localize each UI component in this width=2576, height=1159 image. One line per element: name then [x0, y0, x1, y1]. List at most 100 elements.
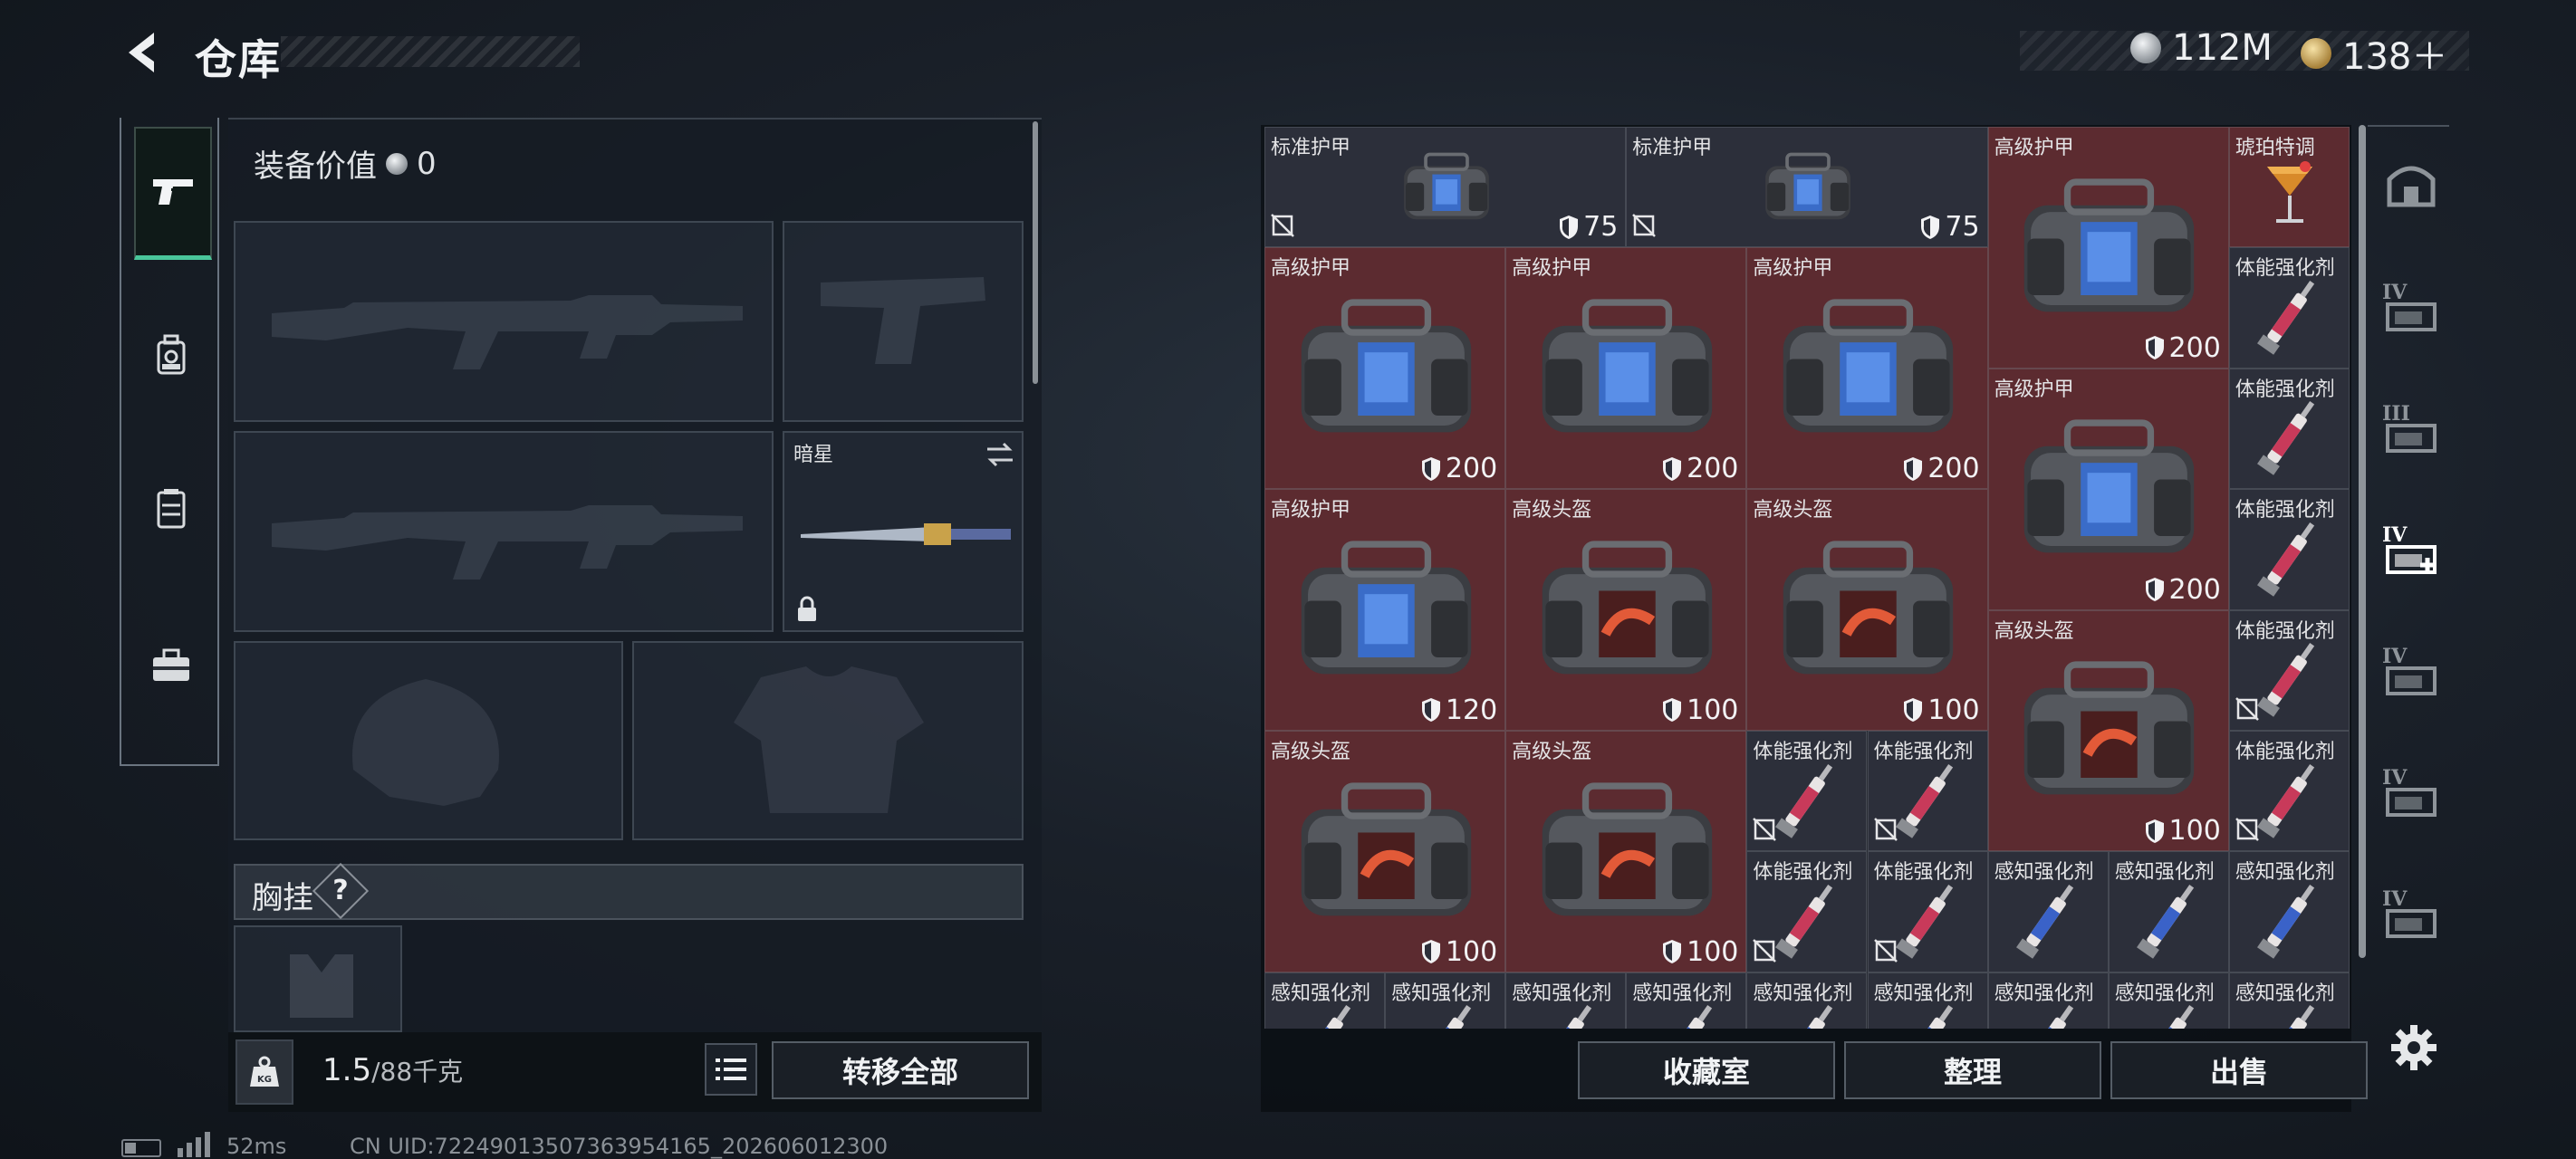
armor-bag-icon	[1403, 152, 1489, 220]
primary-weapon-slot[interactable]	[234, 221, 774, 422]
grid-item[interactable]: 感知强化剂	[1385, 972, 1506, 1029]
grid-item[interactable]: 琥珀特调	[2228, 127, 2350, 248]
swap-icon[interactable]	[984, 440, 1016, 469]
grid-item[interactable]: 感知强化剂	[2108, 851, 2229, 972]
grid-item[interactable]: 感知强化剂	[1626, 972, 1747, 1029]
grid-item[interactable]: 感知强化剂	[2228, 972, 2350, 1029]
item-image	[1999, 998, 2099, 1029]
item-image	[2005, 413, 2213, 566]
durability: 200	[1420, 453, 1497, 484]
durability: 75	[1558, 211, 1618, 243]
storage-tab-5[interactable]: IV	[2382, 645, 2440, 703]
transfer-all-button[interactable]: 转移全部	[772, 1041, 1029, 1099]
toolbox-icon	[153, 648, 189, 681]
item-image	[1338, 149, 1555, 228]
rail-item-toolbox[interactable]	[134, 603, 208, 730]
collection-room-button[interactable]: 收藏室	[1578, 1041, 1835, 1099]
grid-item[interactable]: 感知强化剂	[1505, 972, 1627, 1029]
grid-item[interactable]: 高级护甲 200	[1987, 368, 2229, 610]
durability-value: 100	[1687, 935, 1739, 968]
backpack-icon	[157, 334, 186, 375]
grid-item[interactable]: 感知强化剂	[2108, 972, 2229, 1029]
grid-item[interactable]: 体能强化剂	[1867, 851, 1988, 972]
helmet-bag-icon	[2023, 661, 2195, 795]
grid-item[interactable]: 高级护甲 200	[1987, 127, 2229, 369]
storage-tab-4[interactable]: IV	[2382, 523, 2440, 581]
syringe-blue-icon	[2137, 885, 2195, 959]
durability-value: 200	[2168, 573, 2221, 606]
vest-icon	[157, 489, 186, 529]
grid-item[interactable]: 体能强化剂	[2228, 489, 2350, 610]
settings-button[interactable]	[2388, 1021, 2440, 1074]
signal-icon	[178, 1132, 210, 1157]
secondary-weapon-slot[interactable]	[234, 431, 774, 632]
storage-tab-7[interactable]: IV	[2382, 887, 2440, 945]
item-image	[2119, 998, 2219, 1029]
grid-item[interactable]: 高级头盔 100	[1264, 731, 1506, 972]
rail-item-vest[interactable]	[134, 445, 208, 572]
grid-item[interactable]: 高级护甲 200	[1505, 247, 1747, 490]
rail-item-backpack[interactable]	[134, 292, 208, 418]
item-name: 高级头盔	[1753, 499, 1833, 522]
grid-item[interactable]: 标准护甲 75	[1264, 127, 1627, 248]
grid-item[interactable]: 体能强化剂	[1867, 731, 1988, 852]
safe-box-icon	[2387, 166, 2436, 207]
grid-item[interactable]: 体能强化剂	[1746, 731, 1868, 852]
chest-rig-label: 胸挂	[252, 880, 313, 916]
warehouse-grid: 标准护甲 75 标准护甲 75 高级护甲 200 琥珀特调 高级护甲 200 高级护甲 200 高级护…	[1264, 127, 2350, 1029]
grid-item[interactable]: 标准护甲 75	[1626, 127, 1988, 248]
grid-item[interactable]: 感知强化剂	[1264, 972, 1386, 1029]
helmet-slot[interactable]	[234, 641, 623, 840]
durability: 100	[1661, 694, 1738, 726]
grid-item[interactable]: 高级头盔 100	[1987, 609, 2229, 852]
warehouse-scrollbar[interactable]	[2359, 125, 2366, 958]
storage-tab-2[interactable]: IV	[2382, 281, 2440, 339]
gold-currency[interactable]: 138＋	[2301, 27, 2447, 80]
grid-item[interactable]: 感知强化剂	[1987, 972, 2109, 1029]
gold-coin-icon	[2301, 38, 2331, 69]
grid-item[interactable]: 高级护甲 120	[1264, 489, 1506, 731]
syringe-blue-icon	[2026, 1005, 2074, 1029]
armor-silhouette-icon	[734, 666, 924, 813]
storage-tab-1[interactable]	[2382, 154, 2440, 212]
uninsured-marker	[2235, 697, 2259, 724]
item-image	[2240, 273, 2340, 359]
body-armor-slot[interactable]	[632, 641, 1024, 840]
storage-tab-3[interactable]: III	[2382, 402, 2440, 460]
pistol-icon	[153, 179, 193, 205]
durability-value: 200	[1927, 453, 1980, 485]
grid-item[interactable]: 体能强化剂	[2228, 247, 2350, 369]
grid-item[interactable]: 高级护甲 200	[1746, 247, 1988, 490]
storage-tab-6[interactable]: IV	[2382, 766, 2440, 824]
title-decoration	[281, 36, 580, 67]
grid-item[interactable]: 感知强化剂	[1987, 851, 2109, 972]
sort-button[interactable]: 整理	[1844, 1041, 2101, 1099]
grid-item[interactable]: 高级头盔 100	[1746, 489, 1988, 731]
item-name: 高级头盔	[1271, 741, 1351, 763]
grid-item[interactable]: 体能强化剂	[1746, 851, 1868, 972]
durability: 100	[2144, 815, 2221, 847]
grid-item[interactable]: 体能强化剂	[2228, 368, 2350, 490]
durability: 200	[1661, 453, 1738, 484]
item-name: 高级头盔	[1512, 499, 1592, 522]
grid-item[interactable]: 感知强化剂	[2228, 851, 2350, 972]
melee-slot[interactable]: 暗星	[783, 431, 1024, 632]
chest-rig-slot[interactable]	[234, 925, 402, 1032]
grid-item[interactable]: 高级护甲 200	[1264, 247, 1506, 490]
uninsured-icon	[2235, 818, 2259, 842]
grid-item[interactable]: 高级头盔 100	[1505, 731, 1747, 972]
grid-item[interactable]: 体能强化剂	[2228, 609, 2350, 731]
item-image	[1764, 534, 1972, 687]
list-view-button[interactable]	[705, 1043, 757, 1096]
grid-item[interactable]: 感知强化剂	[1867, 972, 1988, 1029]
durability: 200	[1902, 453, 1980, 485]
equipment-scrollbar[interactable]	[1033, 121, 1038, 384]
grid-item[interactable]: 感知强化剂	[1746, 972, 1868, 1029]
grid-item[interactable]: 高级头盔 100	[1505, 489, 1747, 731]
back-button[interactable]	[120, 25, 165, 80]
sidearm-slot[interactable]	[783, 221, 1024, 422]
durability-value: 75	[1945, 211, 1980, 244]
rail-item-weapons[interactable]	[134, 127, 212, 260]
grid-item[interactable]: 体能强化剂	[2228, 731, 2350, 852]
sell-button[interactable]: 出售	[2110, 1041, 2368, 1099]
